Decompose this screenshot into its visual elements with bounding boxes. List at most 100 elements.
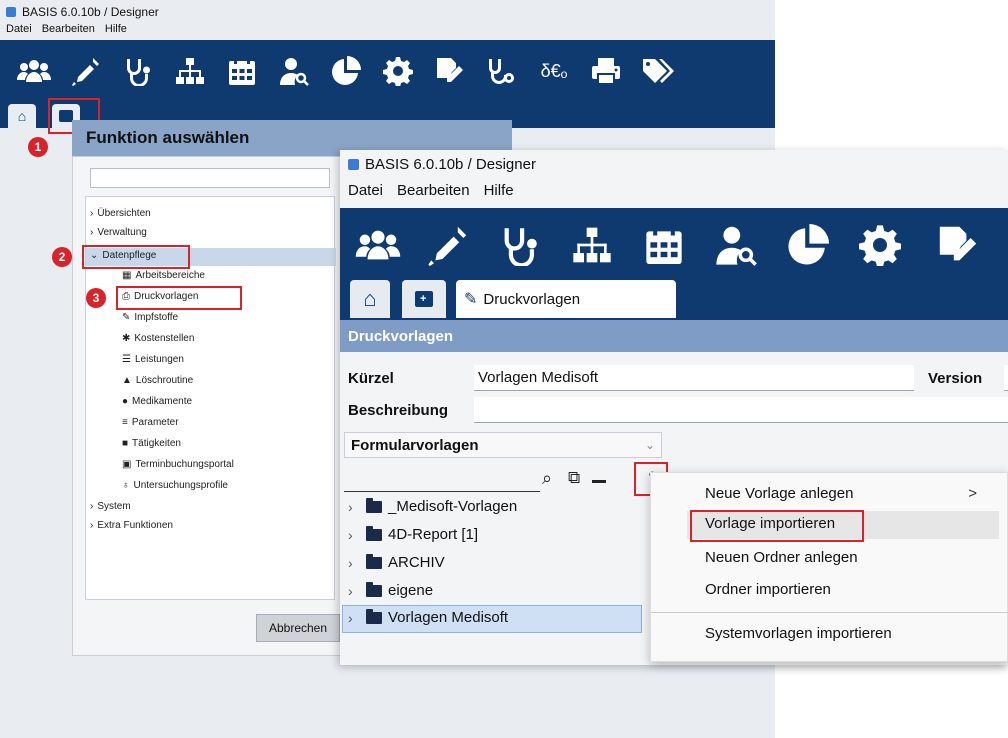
folder-search-input[interactable] [344,470,540,492]
menu-bar: Datei Bearbeiten Hilfe [6,23,127,35]
pie-chart-icon[interactable] [326,52,366,90]
pie-chart-icon[interactable] [782,222,834,268]
search-icon[interactable]: ⌕ [542,468,552,489]
menu-hilfe[interactable]: Hilfe [484,182,514,199]
calendar-icon[interactable] [638,222,690,268]
cancel-button[interactable]: Abbrechen [256,614,340,642]
tab-druckvorlagen[interactable]: ✎ Druckvorlagen [456,280,676,318]
network-icon[interactable] [170,52,210,90]
folder-icon [366,525,382,541]
tree-item-kostenstellen[interactable]: ✱ Kostenstellen [122,333,194,344]
tree-item-verwaltung[interactable]: › Verwaltung [90,227,147,238]
copy-icon[interactable]: ⧉ [568,468,580,488]
version-field[interactable] [1004,365,1008,391]
pills-icon: ● [122,396,129,407]
title-bar: BASIS 6.0.10b / Designer [6,3,159,21]
beschreibung-field[interactable] [474,397,1008,423]
step-badge-3: 3 [86,288,106,308]
tree-item-tatigkeiten[interactable]: ■ Tätigkeiten [122,438,181,449]
app-logo-icon [348,159,359,170]
folder-archiv[interactable]: › ARCHIV [348,553,445,571]
beschreibung-label: Beschreibung [348,402,449,419]
tree-item-impfstoffe[interactable]: ✎ Impfstoffe [122,312,178,323]
home-icon: ⌂ [363,286,377,311]
gear-icon[interactable] [854,222,906,268]
folder-4d-report[interactable]: › 4D-Report [1] [348,525,478,543]
context-menu: Neue Vorlage anlegen > Vorlage importier… [650,472,1008,662]
gear-icon[interactable] [378,52,418,90]
users-icon[interactable] [352,222,404,268]
currency-icon[interactable]: δ€ₒ [534,52,574,90]
title-bar: BASIS 6.0.10b / Designer [348,156,536,173]
calendar-icon[interactable] [222,52,262,90]
section-title: Druckvorlagen [340,320,1008,352]
tree-item-parameter[interactable]: ≡ Parameter [122,417,179,428]
folder-icon [366,553,382,569]
menu-item-neue-vorlage[interactable]: Neue Vorlage anlegen [705,485,853,502]
menu-datei[interactable]: Datei [348,182,383,199]
menu-bearbeiten[interactable]: Bearbeiten [397,182,470,199]
menu-item-neuen-ordner[interactable]: Neuen Ordner anlegen [705,549,858,566]
stethoscope-icon[interactable] [118,52,158,90]
menu-bearbeiten[interactable]: Bearbeiten [42,23,95,35]
stethoscope-icon[interactable] [494,222,546,268]
edit-icon: ✎ [464,291,478,308]
step-badge-1: 1 [28,137,48,157]
chevron-down-icon: ⌄ [644,438,655,452]
tree-item-terminbuchungsportal[interactable]: ▣ Terminbuchungsportal [122,459,234,470]
version-label: Version [928,370,983,387]
grid-icon: ▦ [122,270,132,281]
doctor-search-icon[interactable] [710,222,762,268]
tab-function[interactable]: + [402,280,446,318]
menu-divider [651,612,1008,613]
syringe-icon[interactable] [422,222,474,268]
submenu-arrow-icon: > [968,485,977,502]
stethoscope-settings-icon[interactable] [482,52,522,90]
tree-item-untersuchungsprofile[interactable]: ♁ Untersuchungsprofile [122,480,228,491]
kurzel-label: Kürzel [348,370,394,387]
tab-home[interactable]: ⌂ [350,280,390,318]
tree-item-medikamente[interactable]: ● Medikamente [122,396,192,407]
printer-icon[interactable] [586,52,626,90]
folder-vorlagen-medisoft[interactable]: › Vorlagen Medisoft [348,608,508,626]
edit-doc-icon[interactable] [932,222,984,268]
sliders-icon: ≡ [122,417,128,428]
tree-item-arbeitsbereiche[interactable]: ▦ Arbeitsbereiche [122,270,205,281]
users-icon[interactable] [14,52,54,90]
tree-item-loschroutine[interactable]: ▲ Löschroutine [122,375,193,386]
remove-icon[interactable] [592,480,606,483]
syringe-icon: ✎ [122,312,131,323]
tree-item-leistungen[interactable]: ☰ Leistungen [122,354,184,365]
app-logo-icon [6,7,16,17]
tags-icon[interactable] [638,52,678,90]
step-badge-2: 2 [52,247,72,267]
syringe-icon[interactable] [66,52,106,90]
tree-item-extra[interactable]: › Extra Funktionen [90,520,173,531]
edit-doc-icon[interactable] [430,52,470,90]
tree-item-system[interactable]: › System [90,501,131,512]
menu-item-systemvorlagen[interactable]: Systemvorlagen importieren [705,625,892,642]
folder-icon [366,497,382,513]
network-icon[interactable] [566,222,618,268]
folder-icon [366,581,382,597]
folder-icon [366,608,382,624]
kurzel-field[interactable]: Vorlagen Medisoft [474,365,914,391]
cogs-icon: ✱ [122,333,131,344]
tab-home[interactable]: ⌂ [8,104,36,128]
folder-eigene[interactable]: › eigene [348,581,433,599]
home-icon: ⌂ [17,108,27,124]
template-type-select[interactable]: Formularvorlagen ⌄ [344,432,662,458]
tree-item-ubersichten[interactable]: › Übersichten [90,208,151,219]
menu-item-ordner-importieren[interactable]: Ordner importieren [705,581,831,598]
menu-hilfe[interactable]: Hilfe [105,23,127,35]
function-search-input[interactable] [90,168,330,188]
add-tab-icon: + [415,291,433,307]
folder-medisoft-vorlagen[interactable]: › _Medisoft-Vorlagen [348,497,517,515]
window-title: BASIS 6.0.10b / Designer [365,156,536,173]
calendar-icon: ▣ [122,459,132,470]
doctor-search-icon[interactable] [274,52,314,90]
menu-datei[interactable]: Datei [6,23,32,35]
flask-icon: ♁ [122,480,130,491]
clipboard-icon: ■ [122,438,129,449]
menu-bar: Datei Bearbeiten Hilfe [348,182,514,199]
